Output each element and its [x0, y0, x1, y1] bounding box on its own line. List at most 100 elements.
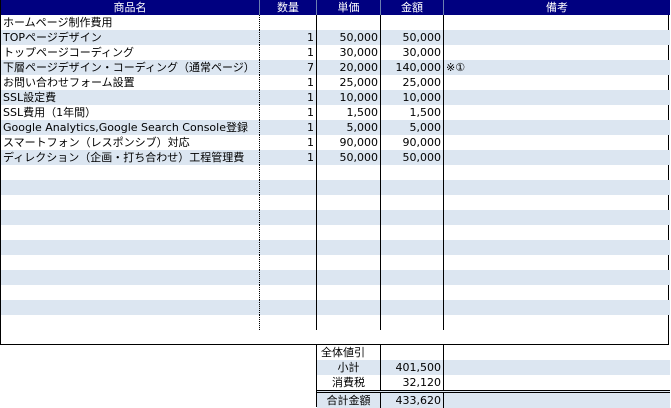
cell-name[interactable] [1, 240, 260, 255]
cell-amount[interactable] [381, 255, 444, 270]
cell-note[interactable] [444, 120, 670, 135]
cell-qty[interactable] [260, 15, 317, 30]
cell-name[interactable] [1, 270, 260, 285]
cell-unit[interactable]: 20,000 [317, 60, 381, 75]
discount-value[interactable] [381, 345, 444, 360]
cell-name[interactable]: ディレクション（企画・打ち合わせ）工程管理費 [1, 150, 260, 165]
cell-note[interactable] [444, 255, 670, 270]
cell-qty[interactable]: 1 [260, 135, 317, 150]
cell-amount[interactable] [381, 240, 444, 255]
cell-amount[interactable]: 10,000 [381, 90, 444, 105]
cell-qty[interactable] [260, 255, 317, 270]
cell-qty[interactable]: 1 [260, 105, 317, 120]
cell-qty[interactable] [260, 300, 317, 315]
cell-name[interactable] [1, 300, 260, 315]
cell-qty[interactable]: 1 [260, 150, 317, 165]
cell-note[interactable] [444, 315, 670, 330]
cell-note[interactable] [444, 225, 670, 240]
cell-qty[interactable] [260, 225, 317, 240]
cell-name[interactable]: トップページコーディング [1, 45, 260, 60]
cell-amount[interactable] [381, 270, 444, 285]
cell-unit[interactable] [317, 210, 381, 225]
cell-note[interactable]: ※① [444, 60, 670, 75]
cell-unit[interactable] [317, 285, 381, 300]
cell-note[interactable] [444, 45, 670, 60]
cell-amount[interactable]: 30,000 [381, 45, 444, 60]
cell-amount[interactable] [381, 315, 444, 330]
cell-name[interactable] [1, 255, 260, 270]
cell-note[interactable] [444, 135, 670, 150]
cell-unit[interactable] [317, 165, 381, 180]
cell-name[interactable] [1, 180, 260, 195]
cell-note[interactable] [444, 75, 670, 90]
cell-name[interactable] [1, 165, 260, 180]
cell-note[interactable] [444, 210, 670, 225]
cell-unit[interactable]: 50,000 [317, 30, 381, 45]
cell-amount[interactable]: 25,000 [381, 75, 444, 90]
cell-amount[interactable]: 1,500 [381, 105, 444, 120]
cell-name[interactable]: TOPページデザイン [1, 30, 260, 45]
cell-note[interactable] [444, 30, 670, 45]
cell-note[interactable] [444, 240, 670, 255]
cell-unit[interactable] [317, 195, 381, 210]
cell-qty[interactable] [260, 285, 317, 300]
cell-note[interactable] [444, 195, 670, 210]
cell-amount[interactable]: 90,000 [381, 135, 444, 150]
cell-note[interactable] [444, 150, 670, 165]
cell-unit[interactable] [317, 180, 381, 195]
cell-note[interactable] [444, 90, 670, 105]
cell-unit[interactable]: 1,500 [317, 105, 381, 120]
cell-qty[interactable]: 1 [260, 45, 317, 60]
cell-name[interactable]: SSL設定費 [1, 90, 260, 105]
cell-unit[interactable]: 50,000 [317, 150, 381, 165]
cell-unit[interactable] [317, 240, 381, 255]
cell-amount[interactable] [381, 195, 444, 210]
cell-name[interactable]: お問い合わせフォーム設置 [1, 75, 260, 90]
cell-note[interactable] [444, 180, 670, 195]
cell-unit[interactable] [317, 300, 381, 315]
cell-unit[interactable]: 5,000 [317, 120, 381, 135]
cell-name[interactable]: SSL費用（1年間） [1, 105, 260, 120]
cell-qty[interactable] [260, 315, 317, 330]
cell-unit[interactable]: 10,000 [317, 90, 381, 105]
cell-note[interactable] [444, 15, 670, 30]
cell-unit[interactable] [317, 225, 381, 240]
cell-amount[interactable] [381, 210, 444, 225]
cell-amount[interactable] [381, 15, 444, 30]
cell-qty[interactable] [260, 195, 317, 210]
cell-unit[interactable] [317, 270, 381, 285]
cell-name[interactable]: 下層ページデザイン・コーディング（通常ページ） [1, 60, 260, 75]
cell-name[interactable] [1, 225, 260, 240]
cell-amount[interactable]: 140,000 [381, 60, 444, 75]
cell-qty[interactable] [260, 270, 317, 285]
cell-amount[interactable]: 5,000 [381, 120, 444, 135]
cell-name[interactable] [1, 285, 260, 300]
cell-qty[interactable] [260, 210, 317, 225]
cell-note[interactable] [444, 270, 670, 285]
tax-value[interactable]: 32,120 [381, 375, 444, 390]
cell-amount[interactable] [381, 285, 444, 300]
cell-note[interactable] [444, 165, 670, 180]
cell-note[interactable] [444, 285, 670, 300]
cell-unit[interactable]: 25,000 [317, 75, 381, 90]
cell-unit[interactable] [317, 255, 381, 270]
cell-amount[interactable] [381, 225, 444, 240]
cell-qty[interactable] [260, 165, 317, 180]
cell-amount[interactable] [381, 300, 444, 315]
cell-qty[interactable]: 1 [260, 30, 317, 45]
cell-name[interactable] [1, 315, 260, 330]
cell-note[interactable] [444, 105, 670, 120]
cell-amount[interactable] [381, 165, 444, 180]
cell-name[interactable]: Google Analytics,Google Search Console登録 [1, 120, 260, 135]
cell-amount[interactable]: 50,000 [381, 150, 444, 165]
cell-name[interactable] [1, 195, 260, 210]
cell-amount[interactable]: 50,000 [381, 30, 444, 45]
cell-qty[interactable] [260, 180, 317, 195]
cell-qty[interactable]: 1 [260, 120, 317, 135]
cell-qty[interactable]: 1 [260, 90, 317, 105]
cell-name[interactable]: スマートフォン（レスポンシブ）対応 [1, 135, 260, 150]
total-value[interactable]: 433,620 [381, 393, 444, 408]
cell-unit[interactable]: 90,000 [317, 135, 381, 150]
subtotal-value[interactable]: 401,500 [381, 360, 444, 375]
cell-qty[interactable] [260, 240, 317, 255]
